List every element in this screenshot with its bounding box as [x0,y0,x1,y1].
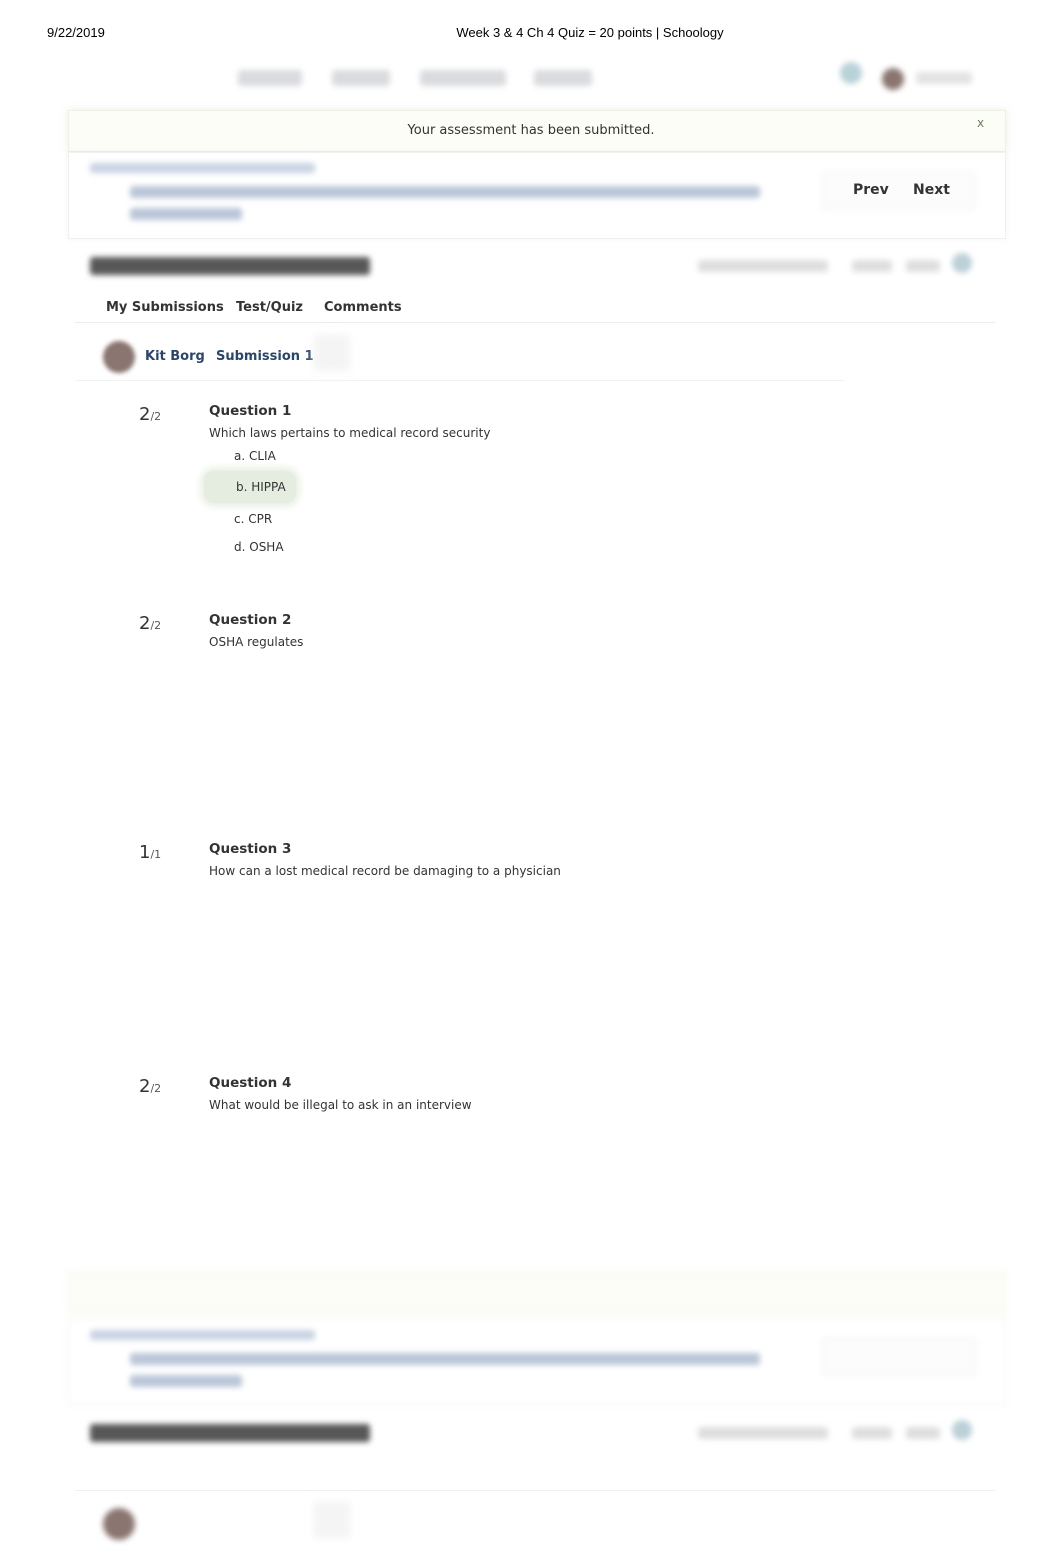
question-text: How can a lost medical record be damagin… [209,864,561,878]
question-score: 2/2 [139,404,161,425]
question-text: What would be illegal to ask in an inter… [209,1098,472,1112]
nav-item-grades[interactable] [534,70,592,86]
notification-icon[interactable] [840,62,862,84]
tab-comments[interactable]: Comments [324,300,402,315]
next-page-course-title-continued [130,1375,242,1387]
question-score: 2/2 [139,1076,161,1097]
next-page-meta-link [698,1427,828,1439]
assessment-meta-info [852,260,892,272]
score-value: 2 [139,1076,151,1097]
next-page-alert [68,1272,1006,1314]
submission-selector[interactable]: Submission 1 [216,349,314,364]
answer-option: c. CPR [234,512,273,526]
nav-item-resources[interactable] [420,70,506,86]
score-max: /2 [150,619,162,632]
next-button[interactable]: Next [913,182,950,198]
next-page-settings-icon [952,1420,972,1440]
score-max: /2 [150,410,162,423]
submission-dropdown[interactable] [314,335,350,371]
question-title: Question 4 [209,1075,292,1091]
answer-option: a. CLIA [234,449,276,463]
score-value: 1 [139,842,151,863]
score-value: 2 [139,404,151,425]
next-page-tabs-divider [75,1490,995,1491]
settings-gear-icon[interactable] [952,253,972,273]
assessment-meta-info-2 [906,260,940,272]
alert-close-button[interactable]: x [977,116,984,130]
top-nav [0,0,1062,100]
score-value: 2 [139,613,151,634]
user-avatar-icon[interactable] [882,68,904,90]
tab-my-submissions[interactable]: My Submissions [106,300,224,315]
next-page-submission-dropdown [314,1502,350,1538]
nav-item-courses[interactable] [238,70,302,86]
question-score: 1/1 [139,842,161,863]
question-title: Question 2 [209,612,292,628]
next-page-pager [822,1338,976,1376]
assessment-meta-link[interactable] [698,260,828,272]
next-page-course-title [130,1353,760,1365]
score-max: /2 [150,1082,162,1095]
course-title-continued[interactable] [130,208,242,220]
question-score: 2/2 [139,613,161,634]
question-text: Which laws pertains to medical record se… [209,426,491,440]
pager [822,172,976,210]
question-text: OSHA regulates [209,635,304,649]
prev-button[interactable]: Prev [853,182,889,198]
nav-item-groups[interactable] [332,70,390,86]
submission-divider [75,380,845,381]
next-page-assessment-title [90,1424,370,1442]
tab-test-quiz[interactable]: Test/Quiz [236,300,303,315]
next-page-student-avatar [103,1508,135,1540]
next-page-breadcrumb [90,1330,315,1340]
answer-option: d. OSHA [234,540,284,554]
alert-message: Your assessment has been submitted. [407,123,655,138]
breadcrumb[interactable] [90,163,315,173]
student-name-link[interactable]: Kit Borg [145,349,205,364]
user-menu[interactable] [916,72,972,84]
next-page-meta-info-2 [906,1427,940,1439]
question-title: Question 3 [209,841,292,857]
tabs-divider [75,322,995,323]
course-title[interactable] [130,186,760,198]
question-title: Question 1 [209,403,292,419]
next-page-meta-info [852,1427,892,1439]
student-avatar [103,341,135,373]
score-max: /1 [150,848,162,861]
assessment-title [90,257,370,275]
answer-option-selected: b. HIPPA [236,480,286,494]
